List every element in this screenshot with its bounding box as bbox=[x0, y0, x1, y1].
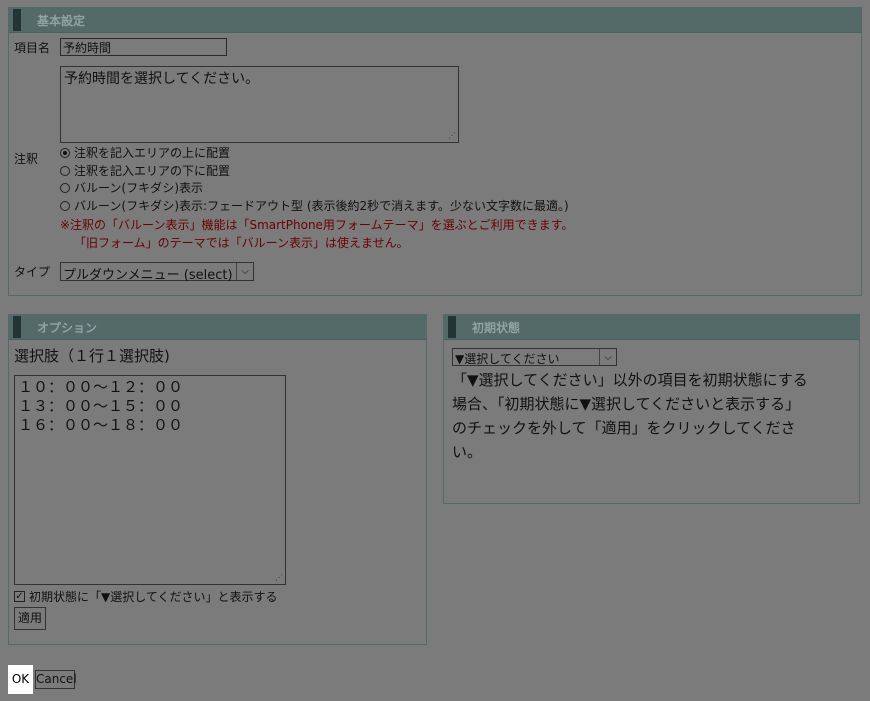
radio-icon[interactable] bbox=[60, 165, 70, 176]
radio-label: 注釈を記入エリアの下に配置 bbox=[74, 164, 231, 178]
choice-line: １６：００～１８：００ bbox=[18, 416, 184, 434]
checkbox-checked-icon[interactable]: ✓ bbox=[14, 591, 25, 602]
resize-grip-icon[interactable]: ⋰ bbox=[448, 132, 456, 140]
chevron-down-icon[interactable]: ⌵ bbox=[599, 349, 616, 365]
type-label: タイプ bbox=[14, 265, 51, 279]
options-title: オプション bbox=[37, 321, 98, 335]
show-placeholder-row[interactable]: ✓ 初期状態に「▼選択してください」と表示する bbox=[14, 588, 278, 605]
show-placeholder-label: 初期状態に「▼選択してください」と表示する bbox=[29, 590, 278, 604]
choices-label: 選択肢（１行１選択肢) bbox=[14, 347, 170, 365]
apply-button[interactable]: 適用 bbox=[14, 607, 46, 630]
ok-button[interactable]: OK bbox=[8, 665, 33, 694]
note-label: 注釈 bbox=[14, 152, 39, 166]
note-textarea[interactable]: 予約時間を選択してください。 ⋰ bbox=[60, 66, 459, 143]
radio-note-below[interactable]: 注釈を記入エリアの下に配置 bbox=[60, 162, 230, 179]
radio-balloon[interactable]: バルーン(フキダシ)表示 bbox=[60, 179, 203, 196]
cancel-button[interactable]: Cancel bbox=[35, 670, 77, 689]
basic-settings-header: 基本設定 bbox=[9, 8, 861, 33]
balloon-warning-line2: 「旧フォーム」のテーマでは「バルーン表示」は使えません。 bbox=[74, 236, 409, 250]
radio-balloon-fade[interactable]: バルーン(フキダシ)表示:フェードアウト型 (表示後約2秒で消えます。少ない文字… bbox=[60, 197, 569, 214]
balloon-warning-line1: ※注釈の「バルーン表示」機能は「SmartPhone用フォームテーマ」を選ぶとご… bbox=[60, 218, 574, 232]
initial-help-line3: のチェックを外して「適用」をクリックしてくださ bbox=[452, 419, 796, 437]
initial-state-title: 初期状態 bbox=[472, 321, 521, 335]
radio-label: 注釈を記入エリアの上に配置 bbox=[74, 146, 231, 160]
header-accent-bar bbox=[13, 9, 21, 31]
initial-help-line2: 場合、「初期状態に▼選択してくださいと表示する」 bbox=[452, 395, 801, 413]
initial-state-header: 初期状態 bbox=[444, 315, 859, 340]
chevron-down-icon[interactable]: ⌵ bbox=[236, 263, 253, 280]
note-text: 予約時間を選択してください。 bbox=[64, 71, 260, 87]
type-select[interactable]: プルダウンメニュー (select) ⌵ bbox=[60, 262, 254, 283]
initial-select[interactable]: ▼選択してください ⌵ bbox=[452, 348, 617, 366]
radio-icon[interactable] bbox=[60, 182, 70, 193]
resize-grip-icon[interactable]: ⋰ bbox=[275, 574, 283, 582]
type-select-value: プルダウンメニュー (select) bbox=[63, 268, 233, 283]
radio-selected-icon[interactable] bbox=[60, 147, 70, 158]
item-name-input[interactable] bbox=[60, 38, 227, 56]
radio-label: バルーン(フキダシ)表示:フェードアウト型 (表示後約2秒で消えます。少ない文字… bbox=[74, 199, 569, 213]
item-name-label: 項目名 bbox=[14, 41, 51, 55]
choice-line: １３：００～１５：００ bbox=[18, 397, 184, 415]
radio-label: バルーン(フキダシ)表示 bbox=[74, 181, 204, 195]
radio-icon[interactable] bbox=[60, 200, 70, 211]
initial-select-value: ▼選択してください bbox=[455, 352, 560, 366]
basic-settings-title: 基本設定 bbox=[37, 14, 86, 28]
choice-line: １０：００～１２：００ bbox=[18, 378, 184, 396]
initial-help-line4: い。 bbox=[452, 443, 483, 461]
header-accent-bar bbox=[448, 316, 456, 338]
header-accent-bar bbox=[13, 316, 21, 338]
initial-help-line1: 「▼選択してください」以外の項目を初期状態にする bbox=[452, 371, 808, 389]
choices-textarea[interactable]: １０：００～１２：００ １３：００～１５：００ １６：００～１８：００ ⋰ bbox=[14, 375, 286, 585]
options-header: オプション bbox=[9, 315, 426, 340]
radio-note-above[interactable]: 注釈を記入エリアの上に配置 bbox=[60, 144, 230, 161]
